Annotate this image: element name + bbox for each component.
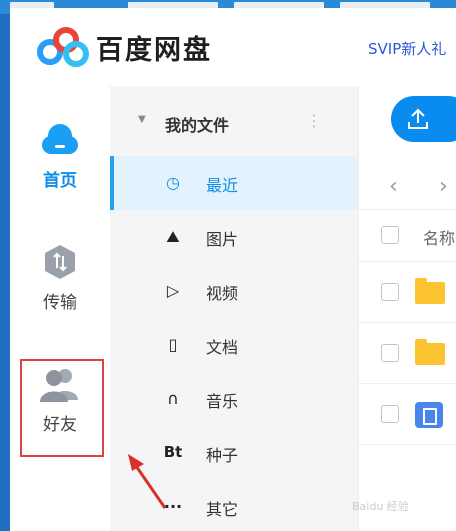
cloud-icon xyxy=(42,124,78,154)
main-navigation-rail: 首页 传输 好友 xyxy=(10,86,110,531)
clock-icon: ◷ xyxy=(166,173,180,192)
rail-item-transfer[interactable]: 传输 xyxy=(10,242,110,313)
my-files-header[interactable]: ▼ 我的文件 ⋮ xyxy=(110,108,358,138)
file-list-header: 名称 xyxy=(359,210,456,262)
tree-item-label: 音乐 xyxy=(206,392,239,411)
tree-item-recent[interactable]: ◷ 最近 xyxy=(110,156,358,210)
baidu-netdisk-logo-icon xyxy=(37,27,89,67)
more-vertical-icon[interactable]: ⋮ xyxy=(306,111,322,130)
folder-icon xyxy=(415,278,445,304)
upload-button[interactable] xyxy=(391,96,456,142)
document-file-icon xyxy=(415,402,443,428)
play-icon: ▷ xyxy=(166,281,180,300)
name-column-header[interactable]: 名称 xyxy=(423,225,455,249)
baidu-netdisk-window: 百度网盘 SVIP新人礼 首页 传输 好友 ▼ 我的文件 ⋮ ◷ 最近 ⛰ 图片… xyxy=(10,8,456,531)
tree-item-label: 文档 xyxy=(206,338,239,357)
tree-item-other[interactable]: ··· 其它 xyxy=(110,480,358,531)
headphones-icon: ∩ xyxy=(167,389,179,408)
tree-item-label: 其它 xyxy=(206,500,239,519)
app-title: 百度网盘 xyxy=(96,35,212,66)
tree-item-images[interactable]: ⛰ 图片 xyxy=(110,210,358,264)
file-row[interactable] xyxy=(359,262,456,323)
file-row[interactable] xyxy=(359,323,456,384)
transfer-icon xyxy=(45,245,75,279)
more-icon: ··· xyxy=(163,497,183,516)
back-arrow-icon[interactable]: ‹ xyxy=(389,174,398,199)
forward-arrow-icon[interactable]: › xyxy=(439,174,448,199)
row-checkbox[interactable] xyxy=(381,405,399,423)
row-checkbox[interactable] xyxy=(381,344,399,362)
tree-item-music[interactable]: ∩ 音乐 xyxy=(110,372,358,426)
svip-promo-link[interactable]: SVIP新人礼 xyxy=(368,38,446,59)
select-all-checkbox[interactable] xyxy=(381,226,399,244)
tree-item-label: 种子 xyxy=(206,446,239,465)
folder-icon xyxy=(415,339,445,365)
my-files-title: 我的文件 xyxy=(165,116,230,135)
tree-item-label: 图片 xyxy=(206,230,239,249)
rail-item-home[interactable]: 首页 xyxy=(10,120,110,191)
desktop-background xyxy=(0,14,10,531)
file-list-area: ‹ › 名称 xyxy=(358,86,456,531)
row-checkbox[interactable] xyxy=(381,283,399,301)
bt-icon: Bt xyxy=(163,443,183,461)
document-icon: ▯ xyxy=(168,335,178,354)
navigation-row: ‹ › xyxy=(359,166,456,210)
rail-item-label: 首页 xyxy=(43,171,77,191)
tree-item-documents[interactable]: ▯ 文档 xyxy=(110,318,358,372)
upload-icon xyxy=(408,108,428,129)
rail-item-label: 传输 xyxy=(43,293,77,313)
image-icon: ⛰ xyxy=(166,227,180,246)
watermark: Baidu 经验 xyxy=(352,500,409,513)
tree-item-label: 视频 xyxy=(206,284,239,303)
tree-item-torrents[interactable]: Bt 种子 xyxy=(110,426,358,480)
annotation-highlight-box xyxy=(20,359,104,457)
app-header: 百度网盘 SVIP新人礼 xyxy=(10,8,456,86)
caret-down-icon: ▼ xyxy=(138,114,146,125)
tree-item-videos[interactable]: ▷ 视频 xyxy=(110,264,358,318)
file-category-panel: ▼ 我的文件 ⋮ ◷ 最近 ⛰ 图片 ▷ 视频 ▯ 文档 ∩ 音乐 Bt 种子 xyxy=(110,86,358,531)
tree-item-label: 最近 xyxy=(206,176,239,195)
file-row[interactable] xyxy=(359,384,456,445)
